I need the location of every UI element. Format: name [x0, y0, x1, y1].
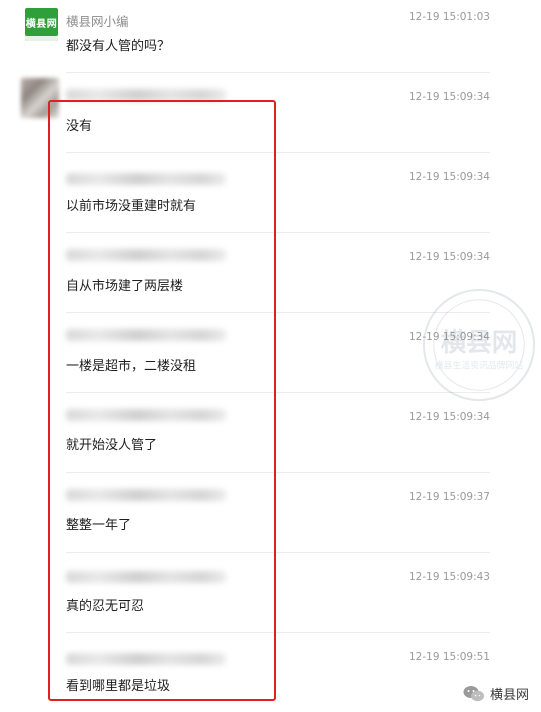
watermark-stamp: 横县网 横县生活资讯品牌网站 — [422, 288, 536, 402]
highlight-box — [48, 100, 276, 701]
watermark-title: 横县网 — [441, 328, 518, 358]
divider — [66, 72, 490, 73]
avatar-logo-text: 横县网 — [25, 19, 58, 30]
timestamp: 12-19 15:09:34 — [408, 411, 490, 423]
timestamp: 12-19 15:09:34 — [408, 91, 490, 103]
wechat-icon — [463, 685, 484, 701]
username[interactable]: 横县网小编 — [66, 11, 129, 30]
watermark-subtitle: 横县生活资讯品牌网站 — [435, 360, 524, 372]
message-text: 都没有人管的吗？ — [66, 39, 171, 54]
timestamp: 12-19 15:01:03 — [408, 11, 490, 23]
footer-label: 横县网 — [489, 688, 529, 703]
timestamp: 12-19 15:09:34 — [408, 251, 490, 263]
avatar[interactable]: 横县网 — [25, 8, 58, 41]
timestamp: 12-19 15:09:34 — [408, 171, 490, 183]
timestamp: 12-19 15:09:43 — [408, 571, 490, 583]
timestamp: 12-19 15:09:51 — [408, 651, 490, 663]
timestamp: 12-19 15:09:37 — [408, 491, 490, 503]
comment-thread: 横县网 横县网小编 12-19 15:01:03 都没有人管的吗？ 12-19 … — [0, 0, 541, 712]
footer-brand[interactable]: 横县网 — [463, 684, 529, 703]
